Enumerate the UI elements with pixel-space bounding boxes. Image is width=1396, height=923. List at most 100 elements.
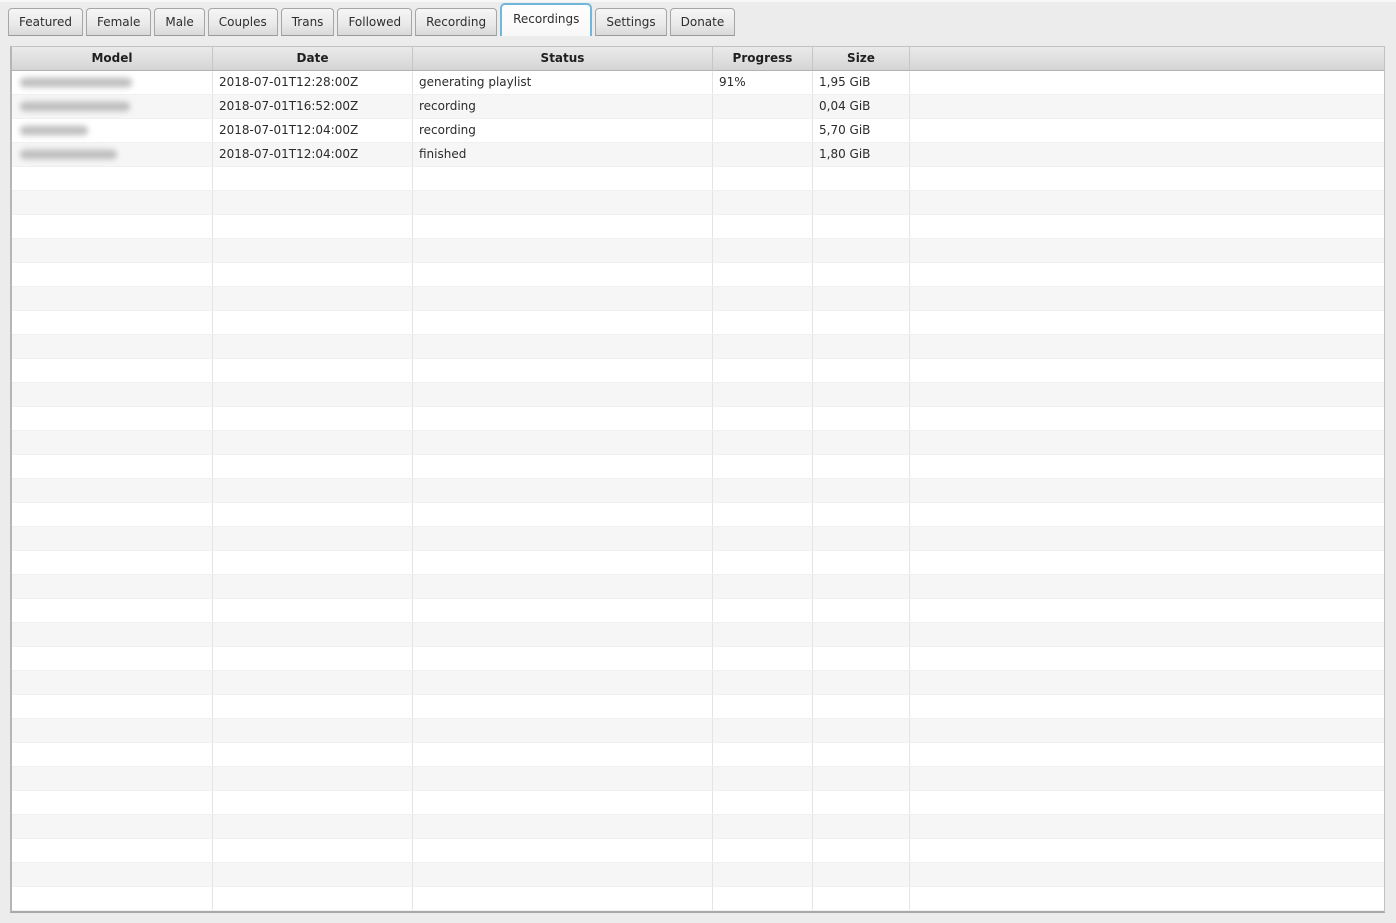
cell-date [213, 311, 413, 334]
table-row-empty[interactable] [12, 479, 1384, 503]
cell-size [813, 215, 910, 238]
table-row-empty[interactable] [12, 599, 1384, 623]
cell-model [12, 575, 213, 598]
cell-progress [713, 863, 813, 886]
cell-filler [910, 791, 1384, 814]
cell-filler [910, 119, 1384, 142]
cell-size: 1,80 GiB [813, 143, 910, 166]
table-row-empty[interactable] [12, 239, 1384, 263]
table-row[interactable]: 2018-07-01T12:04:00Z finished 1,80 GiB [12, 143, 1384, 167]
tab-donate[interactable]: Donate [669, 8, 736, 36]
table-row-empty[interactable] [12, 527, 1384, 551]
tab-featured[interactable]: Featured [8, 8, 83, 36]
cell-progress [713, 647, 813, 670]
tab-followed[interactable]: Followed [337, 8, 413, 36]
tab-recording[interactable]: Recording [415, 8, 498, 36]
tab-recordings[interactable]: Recordings [500, 3, 593, 36]
table-row-empty[interactable] [12, 431, 1384, 455]
table-row-empty[interactable] [12, 839, 1384, 863]
column-header-date[interactable]: Date [213, 47, 413, 71]
cell-progress [713, 839, 813, 862]
table-row[interactable]: 2018-07-01T16:52:00Z recording 0,04 GiB [12, 95, 1384, 119]
table-row-empty[interactable] [12, 863, 1384, 887]
tab-couples[interactable]: Couples [207, 8, 278, 36]
table-row-empty[interactable] [12, 695, 1384, 719]
cell-filler [910, 743, 1384, 766]
cell-date [213, 839, 413, 862]
table-row-empty[interactable] [12, 623, 1384, 647]
table-row[interactable]: 2018-07-01T12:04:00Z recording 5,70 GiB [12, 119, 1384, 143]
cell-size [813, 887, 910, 910]
cell-status [413, 695, 713, 718]
cell-size [813, 839, 910, 862]
table-row-empty[interactable] [12, 383, 1384, 407]
cell-size [813, 863, 910, 886]
cell-model [12, 455, 213, 478]
table-row-empty[interactable] [12, 215, 1384, 239]
cell-status [413, 359, 713, 382]
tab-male[interactable]: Male [154, 8, 205, 36]
cell-date [213, 191, 413, 214]
table-row-empty[interactable] [12, 287, 1384, 311]
tab-trans[interactable]: Trans [280, 8, 335, 36]
table-row-empty[interactable] [12, 407, 1384, 431]
cell-date [213, 503, 413, 526]
cell-filler [910, 839, 1384, 862]
cell-progress [713, 479, 813, 502]
column-header-status[interactable]: Status [413, 47, 713, 71]
table-row-empty[interactable] [12, 791, 1384, 815]
cell-size [813, 623, 910, 646]
table-row-empty[interactable] [12, 767, 1384, 791]
table-row-empty[interactable] [12, 455, 1384, 479]
cell-status [413, 623, 713, 646]
cell-status [413, 407, 713, 430]
cell-filler [910, 719, 1384, 742]
table-row-empty[interactable] [12, 887, 1384, 911]
cell-size [813, 599, 910, 622]
tab-settings[interactable]: Settings [595, 8, 667, 36]
cell-progress [713, 671, 813, 694]
cell-model [12, 143, 213, 166]
table-row-empty[interactable] [12, 575, 1384, 599]
cell-progress [713, 215, 813, 238]
table-row-empty[interactable] [12, 551, 1384, 575]
table-row-empty[interactable] [12, 359, 1384, 383]
cell-date [213, 623, 413, 646]
table-row-empty[interactable] [12, 335, 1384, 359]
table-row-empty[interactable] [12, 647, 1384, 671]
cell-model [12, 599, 213, 622]
cell-date [213, 719, 413, 742]
cell-progress [713, 407, 813, 430]
table-row-empty[interactable] [12, 167, 1384, 191]
cell-model [12, 839, 213, 862]
cell-date: 2018-07-01T12:04:00Z [213, 143, 413, 166]
cell-status: finished [413, 143, 713, 166]
table-body: 2018-07-01T12:28:00Z generating playlist 9… [12, 71, 1384, 911]
cell-status [413, 215, 713, 238]
table-row-empty[interactable] [12, 671, 1384, 695]
cell-status [413, 815, 713, 838]
table-row-empty[interactable] [12, 743, 1384, 767]
cell-size [813, 575, 910, 598]
table-row-empty[interactable] [12, 503, 1384, 527]
table-row-empty[interactable] [12, 311, 1384, 335]
column-header-model[interactable]: Model [12, 47, 213, 71]
cell-status [413, 575, 713, 598]
cell-date: 2018-07-01T16:52:00Z [213, 95, 413, 118]
cell-filler [910, 671, 1384, 694]
cell-model [12, 119, 213, 142]
table-row-empty[interactable] [12, 263, 1384, 287]
cell-size: 5,70 GiB [813, 119, 910, 142]
table-row-empty[interactable] [12, 815, 1384, 839]
cell-status [413, 311, 713, 334]
cell-model [12, 887, 213, 910]
cell-filler [910, 479, 1384, 502]
tab-female[interactable]: Female [85, 8, 152, 36]
cell-progress [713, 623, 813, 646]
column-header-size[interactable]: Size [813, 47, 910, 71]
column-header-progress[interactable]: Progress [713, 47, 813, 71]
cell-status [413, 503, 713, 526]
table-row[interactable]: 2018-07-01T12:28:00Z generating playlist 9… [12, 71, 1384, 95]
table-row-empty[interactable] [12, 191, 1384, 215]
table-row-empty[interactable] [12, 719, 1384, 743]
